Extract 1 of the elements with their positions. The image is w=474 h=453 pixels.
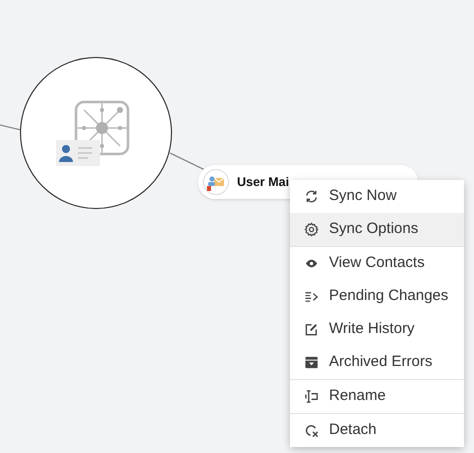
node-label: User Mai [237,174,290,191]
